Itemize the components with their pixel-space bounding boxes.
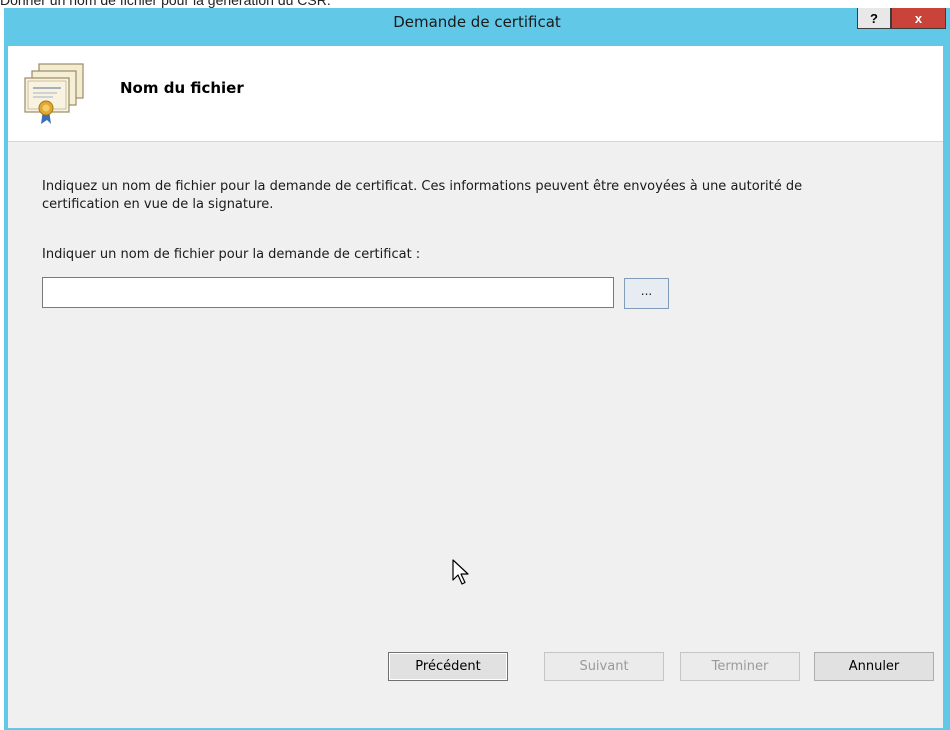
help-button[interactable]: ? [857,8,891,29]
title-bar[interactable]: Demande de certificat ? x [4,8,950,38]
dialog-client-area: Nom du fichier Indiquez un nom de fichie… [8,46,943,728]
page-caption: Donner un nom de fichier pour la générat… [0,0,331,8]
header-title: Nom du fichier [120,79,244,97]
filename-label: Indiquer un nom de fichier pour la deman… [42,247,421,262]
next-button[interactable]: Suivant [544,652,664,681]
finish-button[interactable]: Terminer [680,652,800,681]
description-text: Indiquez un nom de fichier pour la deman… [42,179,803,212]
previous-button[interactable]: Précédent [388,652,508,681]
cancel-button[interactable]: Annuler [814,652,934,681]
close-button[interactable]: x [891,8,946,29]
certificate-request-window: Demande de certificat ? x Nom du fichier… [4,8,950,730]
mouse-cursor-icon [452,559,469,585]
certificate-stack-icon [24,63,84,124]
browse-button[interactable]: ... [624,278,669,309]
wizard-header: Nom du fichier [8,46,943,142]
filename-input[interactable] [42,277,614,308]
window-title: Demande de certificat [393,13,561,31]
